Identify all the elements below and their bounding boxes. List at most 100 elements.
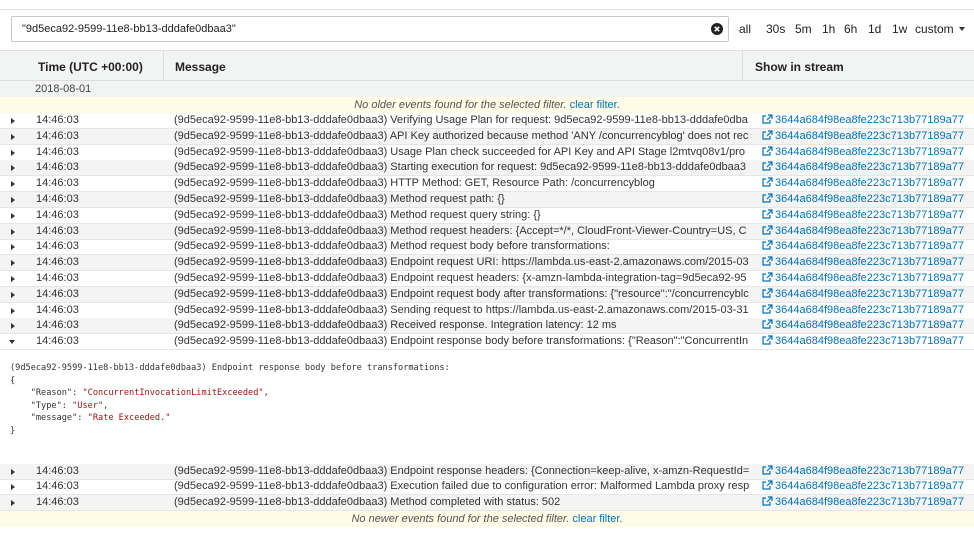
log-event-row[interactable]: 14:46:03 (9d5eca92-9599-11e8-bb13-dddafe0… — [0, 113, 974, 129]
stream-link[interactable]: 3644a684f98ea8fe223c713b77189a77 — [762, 145, 964, 160]
expand-caret-icon[interactable] — [11, 228, 15, 235]
log-event-row[interactable]: 14:46:03 (9d5eca92-9599-11e8-bb13-dddafe0… — [0, 208, 974, 224]
filter-input-value[interactable]: "9d5eca92-9599-11e8-bb13-dddafe0dbaa3" — [22, 23, 236, 35]
column-header-stream[interactable]: Show in stream — [755, 60, 844, 74]
range-custom-dropdown[interactable]: custom — [915, 22, 965, 36]
log-event-row[interactable]: 14:46:03 (9d5eca92-9599-11e8-bb13-dddafe0… — [0, 145, 974, 161]
expand-caret-icon[interactable] — [11, 307, 15, 314]
expand-caret-icon[interactable] — [11, 500, 15, 507]
log-event-row[interactable]: 14:46:03 (9d5eca92-9599-11e8-bb13-dddafe0… — [0, 463, 974, 480]
json-sep: , — [103, 400, 109, 411]
stream-link[interactable]: 3644a684f98ea8fe223c713b77189a77 — [762, 255, 964, 270]
log-event-row[interactable]: 14:46:03 (9d5eca92-9599-11e8-bb13-dddafe0… — [0, 271, 974, 287]
expand-caret-icon[interactable] — [11, 468, 15, 475]
stream-id: 3644a684f98ea8fe223c713b77189a77 — [775, 464, 965, 477]
log-event-row[interactable]: 14:46:03 (9d5eca92-9599-11e8-bb13-dddafe0… — [0, 495, 974, 512]
detail-header: (9d5eca92-9599-11e8-bb13-dddafe0dbaa3) E… — [10, 363, 450, 373]
stream-id: 3644a684f98ea8fe223c713b77189a77 — [775, 256, 965, 269]
log-event-row[interactable]: 14:46:03 (9d5eca92-9599-11e8-bb13-dddafe0… — [0, 318, 974, 335]
event-message: (9d5eca92-9599-11e8-bb13-dddafe0dbaa3) E… — [174, 480, 750, 493]
expand-caret-icon[interactable] — [11, 197, 15, 203]
event-time: 14:46:03 — [36, 464, 79, 477]
log-event-row[interactable]: 14:46:03 (9d5eca92-9599-11e8-bb13-dddafe0… — [0, 128, 974, 145]
log-event-row[interactable]: 14:46:03 (9d5eca92-9599-11e8-bb13-dddafe0… — [0, 223, 974, 240]
log-event-row[interactable]: 14:46:03 (9d5eca92-9599-11e8-bb13-dddafe0… — [0, 176, 974, 193]
expand-caret-icon[interactable] — [11, 323, 15, 330]
stream-id: 3644a684f98ea8fe223c713b77189a77 — [775, 193, 965, 205]
event-time: 14:46:03 — [36, 208, 79, 221]
log-event-row[interactable]: 14:46:03 (9d5eca92-9599-11e8-bb13-dddafe0… — [0, 255, 974, 272]
expand-caret-icon[interactable] — [11, 118, 15, 124]
external-link-icon — [762, 145, 773, 156]
range-5m-button[interactable]: 5m — [795, 22, 812, 36]
expand-caret-icon[interactable] — [11, 260, 15, 267]
range-1h-button[interactable]: 1h — [822, 22, 835, 36]
clear-filter-link[interactable]: clear filter. — [572, 513, 622, 525]
stream-link[interactable]: 3644a684f98ea8fe223c713b77189a77 — [762, 208, 964, 223]
newer-notice-text: No newer events found for the selected f… — [351, 513, 570, 525]
event-message: (9d5eca92-9599-11e8-bb13-dddafe0dbaa3) E… — [174, 272, 747, 284]
stream-link[interactable]: 3644a684f98ea8fe223c713b77189a77 — [762, 287, 964, 302]
collapse-caret-icon[interactable] — [9, 340, 15, 345]
event-time: 14:46:03 — [36, 145, 79, 158]
expand-caret-icon[interactable] — [11, 244, 15, 251]
stream-link[interactable]: 3644a684f98ea8fe223c713b77189a77 — [762, 129, 964, 144]
log-event-row[interactable]: 14:46:03 (9d5eca92-9599-11e8-bb13-dddafe0… — [0, 192, 974, 208]
log-event-row[interactable]: 14:46:03 (9d5eca92-9599-11e8-bb13-dddafe0… — [0, 334, 974, 351]
event-message: (9d5eca92-9599-11e8-bb13-dddafe0dbaa3) R… — [174, 319, 617, 332]
range-6h-button[interactable]: 6h — [844, 22, 857, 36]
external-link-icon — [762, 114, 773, 124]
expand-caret-icon[interactable] — [11, 212, 15, 219]
expand-caret-icon[interactable] — [11, 291, 15, 298]
log-event-row[interactable]: 14:46:03 (9d5eca92-9599-11e8-bb13-dddafe0… — [0, 479, 974, 496]
stream-link[interactable]: 3644a684f98ea8fe223c713b77189a77 — [762, 271, 964, 286]
event-time: 14:46:03 — [36, 272, 79, 284]
column-header-message[interactable]: Message — [175, 60, 226, 74]
stream-link[interactable]: 3644a684f98ea8fe223c713b77189a77 — [762, 334, 964, 349]
stream-link[interactable]: 3644a684f98ea8fe223c713b77189a77 — [762, 239, 964, 254]
stream-id: 3644a684f98ea8fe223c713b77189a77 — [775, 335, 965, 348]
stream-link[interactable]: 3644a684f98ea8fe223c713b77189a77 — [762, 318, 964, 333]
log-event-row[interactable]: 14:46:03 (9d5eca92-9599-11e8-bb13-dddafe0… — [0, 239, 974, 256]
event-message: (9d5eca92-9599-11e8-bb13-dddafe0dbaa3) E… — [174, 335, 749, 348]
json-close-brace: } — [10, 425, 16, 436]
expand-caret-icon[interactable] — [11, 276, 15, 282]
range-1w-button[interactable]: 1w — [892, 22, 907, 36]
column-header-time[interactable]: Time (UTC +00:00) — [38, 60, 143, 74]
expand-caret-icon[interactable] — [11, 149, 15, 156]
stream-link[interactable]: 3644a684f98ea8fe223c713b77189a77 — [762, 113, 964, 128]
external-link-icon — [762, 272, 773, 282]
stream-link[interactable]: 3644a684f98ea8fe223c713b77189a77 — [762, 479, 964, 494]
stream-link[interactable]: 3644a684f98ea8fe223c713b77189a77 — [762, 464, 964, 479]
stream-link[interactable]: 3644a684f98ea8fe223c713b77189a77 — [762, 495, 964, 510]
expand-caret-icon[interactable] — [11, 133, 15, 140]
expand-caret-icon[interactable] — [11, 165, 15, 172]
stream-id: 3644a684f98ea8fe223c713b77189a77 — [775, 224, 965, 237]
external-link-icon — [762, 130, 773, 140]
log-event-row[interactable]: 14:46:03 (9d5eca92-9599-11e8-bb13-dddafe0… — [0, 160, 974, 177]
clear-filter-icon[interactable] — [711, 23, 723, 35]
external-link-icon — [762, 240, 773, 250]
column-divider — [742, 51, 743, 81]
stream-id: 3644a684f98ea8fe223c713b77189a77 — [775, 208, 965, 221]
range-1d-button[interactable]: 1d — [868, 22, 881, 36]
stream-id: 3644a684f98ea8fe223c713b77189a77 — [775, 129, 965, 142]
range-all-button[interactable]: all — [739, 22, 751, 36]
stream-link[interactable]: 3644a684f98ea8fe223c713b77189a77 — [762, 160, 964, 175]
event-message: (9d5eca92-9599-11e8-bb13-dddafe0dbaa3) V… — [174, 114, 748, 126]
filter-events-input[interactable]: "9d5eca92-9599-11e8-bb13-dddafe0dbaa3" — [11, 16, 729, 42]
stream-link[interactable]: 3644a684f98ea8fe223c713b77189a77 — [762, 192, 964, 207]
expand-caret-icon[interactable] — [11, 181, 15, 188]
external-link-icon — [762, 480, 773, 490]
expand-caret-icon[interactable] — [11, 484, 15, 491]
event-time: 14:46:03 — [36, 114, 79, 126]
stream-link[interactable]: 3644a684f98ea8fe223c713b77189a77 — [762, 224, 964, 239]
clear-filter-link[interactable]: clear filter. — [570, 99, 620, 111]
log-event-row[interactable]: 14:46:03 (9d5eca92-9599-11e8-bb13-dddafe0… — [0, 286, 974, 303]
stream-link[interactable]: 3644a684f98ea8fe223c713b77189a77 — [762, 303, 964, 318]
log-event-row[interactable]: 14:46:03 (9d5eca92-9599-11e8-bb13-dddafe0… — [0, 303, 974, 319]
event-message: (9d5eca92-9599-11e8-bb13-dddafe0dbaa3) M… — [174, 193, 505, 205]
range-30s-button[interactable]: 30s — [766, 22, 785, 36]
stream-link[interactable]: 3644a684f98ea8fe223c713b77189a77 — [762, 176, 964, 191]
external-link-icon — [762, 335, 773, 345]
